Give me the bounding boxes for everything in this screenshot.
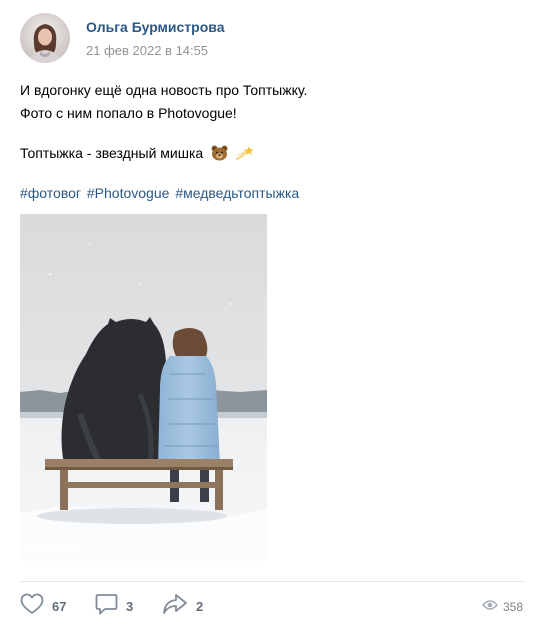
speech-bubble-icon <box>95 593 118 620</box>
bear-emoji-icon <box>211 145 228 165</box>
like-count: 67 <box>52 598 67 614</box>
photo-image <box>20 214 267 561</box>
hashtags: #фотовог #Photovogue #медведьтоптыжка <box>20 185 301 201</box>
comment-button[interactable]: 3 <box>95 593 134 620</box>
avatar[interactable] <box>20 13 70 63</box>
hashtag-link[interactable]: #Photovogue <box>87 185 170 201</box>
photo-watermark: VOGUE <box>24 539 85 557</box>
hashtag-link[interactable]: #фотовог <box>20 185 81 201</box>
views-counter: 358 <box>482 598 523 616</box>
post-text-line-3: Топтыжка - звездный мишка <box>20 144 254 165</box>
like-button[interactable]: 67 <box>20 593 67 620</box>
post-photo[interactable]: VOGUE <box>20 214 267 561</box>
post-text-line-3-label: Топтыжка - звездный мишка <box>20 145 204 161</box>
post-text-line-2: Фото с ним попало в Photovogue! <box>20 105 237 121</box>
comment-count: 3 <box>126 598 134 614</box>
post-text-line-1: И вдогонку ещё одна новость про Топтыжку… <box>20 82 308 98</box>
eye-icon <box>482 598 498 616</box>
avatar-image <box>20 13 70 63</box>
shooting-star-emoji-icon <box>235 145 254 165</box>
hashtag-link[interactable]: #медведьтоптыжка <box>175 185 299 201</box>
heart-outline-icon <box>20 593 44 620</box>
post-date[interactable]: 21 фев 2022 в 14:55 <box>86 43 208 58</box>
share-arrow-icon <box>162 593 188 620</box>
post-card: Ольга Бурмистрова 21 фев 2022 в 14:55 И … <box>0 0 550 631</box>
views-count: 358 <box>503 600 524 614</box>
author-name[interactable]: Ольга Бурмистрова <box>86 19 224 35</box>
actions-divider <box>20 581 526 582</box>
share-button[interactable]: 2 <box>162 593 204 620</box>
share-count: 2 <box>196 598 204 614</box>
